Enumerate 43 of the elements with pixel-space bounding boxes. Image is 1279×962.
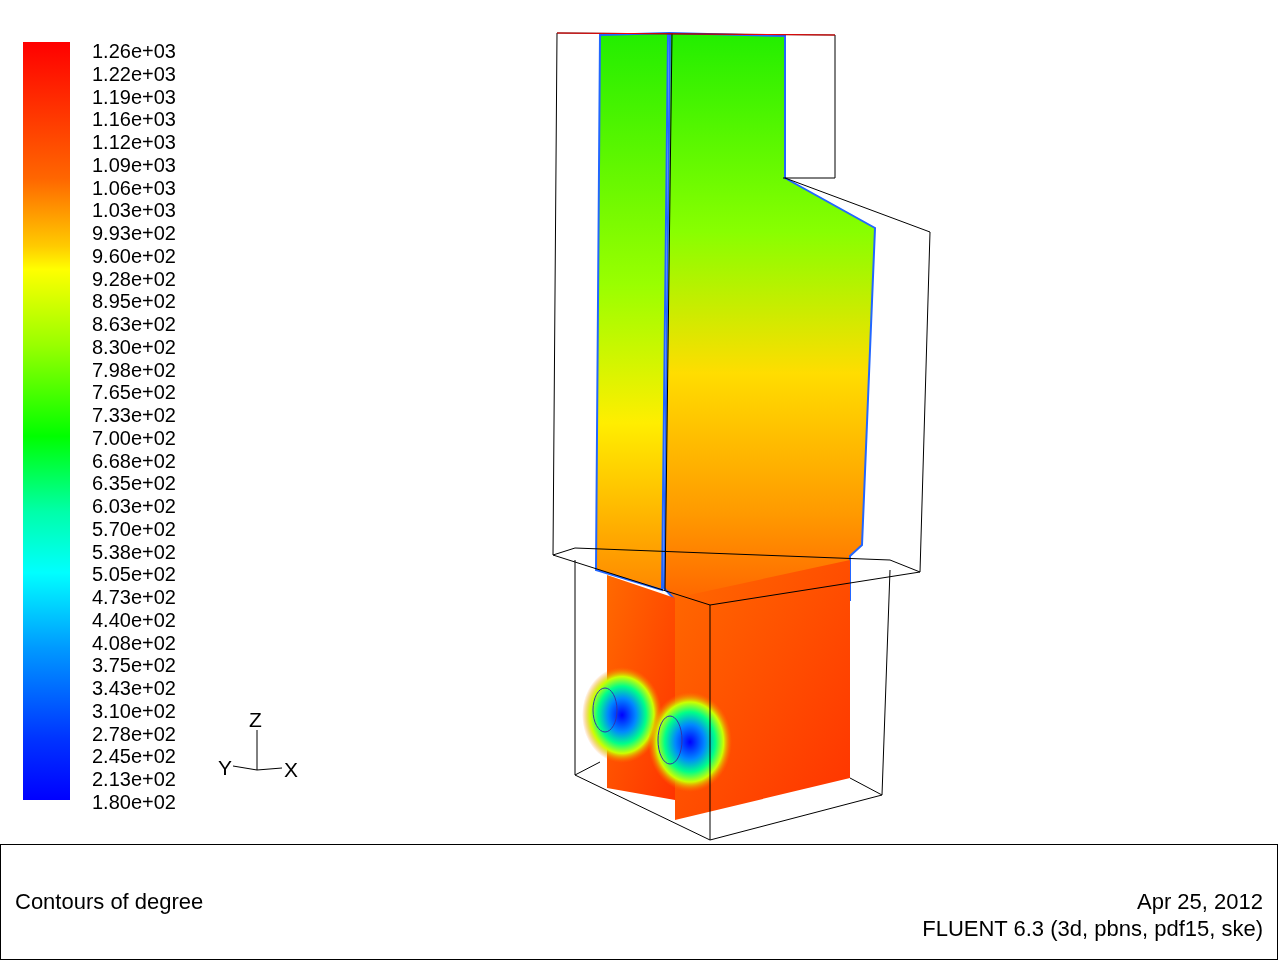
scale-label: 3.75e+02 <box>92 654 176 677</box>
axis-triad-drawing <box>232 729 283 771</box>
scale-label: 3.10e+02 <box>92 699 176 723</box>
scale-label: 2.13e+02 <box>92 768 176 791</box>
scale-label: 9.60e+02 <box>92 244 176 268</box>
scale-label: 7.98e+02 <box>92 358 176 382</box>
scale-label: 2.78e+02 <box>92 722 176 746</box>
scale-label: 1.03e+03 <box>92 199 176 222</box>
scale-label: 9.28e+02 <box>92 267 176 291</box>
scale-label: 7.65e+02 <box>92 381 176 404</box>
scale-label: 7.33e+02 <box>92 404 176 427</box>
scale-label: 2.45e+02 <box>92 745 176 768</box>
z-axis-label: Z <box>249 709 262 731</box>
solver-version: FLUENT 6.3 (3d, pbns, pdf15, ske) <box>922 915 1263 942</box>
scale-label: 4.73e+02 <box>92 586 176 609</box>
scale-label: 4.08e+02 <box>92 631 176 655</box>
scale-label: 1.80e+02 <box>92 790 176 814</box>
scale-label: 1.12e+03 <box>92 131 176 154</box>
scale-label: 1.19e+03 <box>92 85 176 109</box>
scale-label: 8.63e+02 <box>92 313 176 336</box>
scale-label: 1.06e+03 <box>92 176 176 200</box>
x-axis-label: X <box>284 759 298 781</box>
scale-label: 1.26e+03 <box>92 40 176 63</box>
inlet-ring <box>592 687 618 733</box>
scale-label: 6.35e+02 <box>92 472 176 495</box>
plot-date: Apr 25, 2012 <box>1137 888 1263 915</box>
scale-label: 8.95e+02 <box>92 290 176 313</box>
scale-label: 3.43e+02 <box>92 677 176 700</box>
scale-label: 1.16e+03 <box>92 108 176 131</box>
scale-label: 6.03e+02 <box>92 495 176 518</box>
scale-label: 5.70e+02 <box>92 517 176 541</box>
y-axis-label: Y <box>218 757 232 779</box>
inlet-ring <box>657 715 683 765</box>
scale-label: 9.93e+02 <box>92 222 176 245</box>
scale-label: 6.68e+02 <box>92 449 176 473</box>
plot-title: Contours of degree <box>15 888 204 915</box>
scale-label: 1.22e+03 <box>92 62 176 86</box>
scale-label: 4.40e+02 <box>92 608 176 632</box>
scale-label: 5.38e+02 <box>92 540 176 564</box>
scale-label: 7.00e+02 <box>92 426 176 450</box>
scale-label: 5.05e+02 <box>92 563 176 586</box>
scale-label: 1.09e+03 <box>92 153 176 177</box>
scale-label: 8.30e+02 <box>92 335 176 359</box>
